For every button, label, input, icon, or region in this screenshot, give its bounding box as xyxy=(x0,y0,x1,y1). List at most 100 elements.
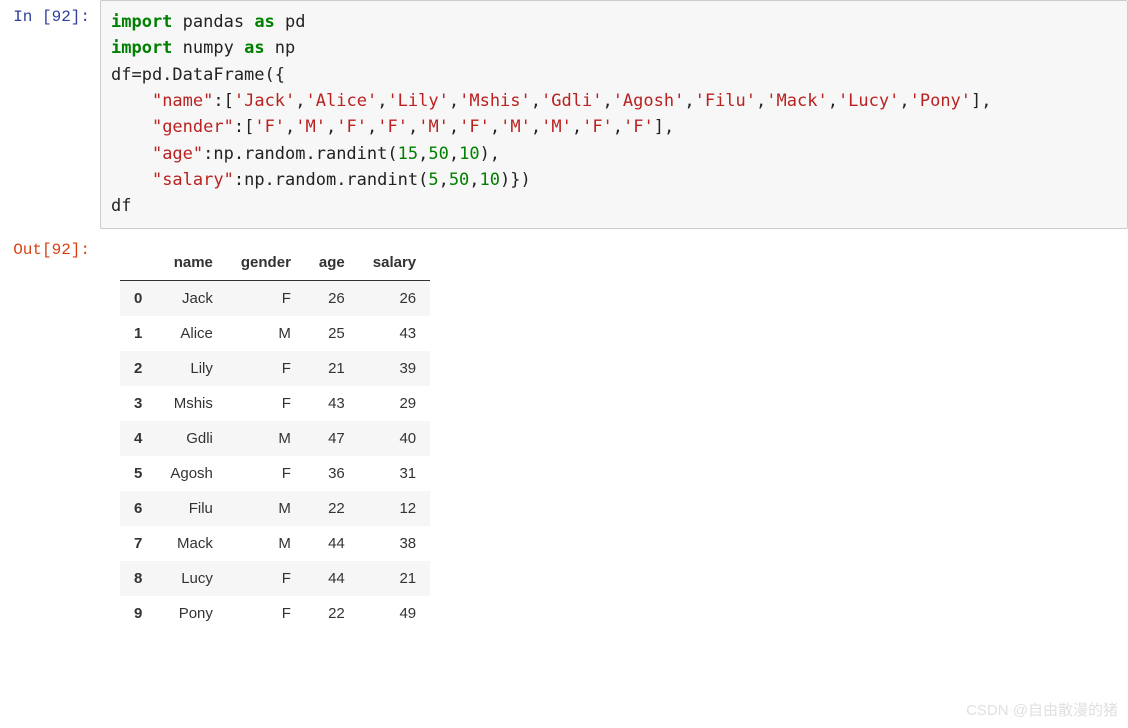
code-token: 'F' xyxy=(336,117,367,137)
table-cell: F xyxy=(227,280,305,316)
table-cell: 22 xyxy=(305,491,359,526)
row-index: 5 xyxy=(120,456,156,491)
code-token: , xyxy=(285,117,295,137)
dataframe-table: namegenderagesalary0JackF26261AliceM2543… xyxy=(120,245,430,631)
table-cell: 47 xyxy=(305,421,359,456)
code-token: :[ xyxy=(213,91,233,111)
table-cell: Agosh xyxy=(156,456,227,491)
table-row: 3MshisF4329 xyxy=(120,386,430,421)
dataframe-output: namegenderagesalary0JackF26261AliceM2543… xyxy=(100,233,1128,631)
code-token: , xyxy=(531,117,541,137)
table-cell: F xyxy=(227,456,305,491)
table-cell: F xyxy=(227,351,305,386)
code-token: , xyxy=(449,91,459,111)
code-token: as xyxy=(254,12,274,32)
code-token: ), xyxy=(480,144,500,164)
code-token: 50 xyxy=(428,144,448,164)
row-index: 3 xyxy=(120,386,156,421)
table-cell: Jack xyxy=(156,280,227,316)
code-token: 'Alice' xyxy=(306,91,378,111)
code-token: import xyxy=(111,38,172,58)
code-token: 'F' xyxy=(582,117,613,137)
code-token: 10 xyxy=(459,144,479,164)
code-token: , xyxy=(572,117,582,137)
index-header xyxy=(120,245,156,281)
code-token: , xyxy=(367,117,377,137)
code-token: , xyxy=(326,117,336,137)
code-token: 'Lily' xyxy=(387,91,448,111)
table-cell: 29 xyxy=(359,386,430,421)
column-header: age xyxy=(305,245,359,281)
code-token: , xyxy=(377,91,387,111)
row-index: 0 xyxy=(120,280,156,316)
row-index: 4 xyxy=(120,421,156,456)
code-token: 'M' xyxy=(418,117,449,137)
code-token: 'Mshis' xyxy=(459,91,531,111)
code-token: "gender" xyxy=(152,117,234,137)
table-cell: 26 xyxy=(359,280,430,316)
table-cell: M xyxy=(227,316,305,351)
column-header: salary xyxy=(359,245,430,281)
code-token: 'F' xyxy=(254,117,285,137)
table-cell: Lucy xyxy=(156,561,227,596)
table-cell: 40 xyxy=(359,421,430,456)
code-token: , xyxy=(531,91,541,111)
code-token: , xyxy=(602,91,612,111)
table-row: 7MackM4438 xyxy=(120,526,430,561)
watermark-text: CSDN @自由散漫的猪 xyxy=(966,699,1118,720)
table-cell: 43 xyxy=(305,386,359,421)
code-token: np xyxy=(265,38,296,58)
row-index: 2 xyxy=(120,351,156,386)
table-cell: F xyxy=(227,386,305,421)
code-token: , xyxy=(408,117,418,137)
code-token: 'Gdli' xyxy=(541,91,602,111)
output-cell: Out[92]: namegenderagesalary0JackF26261A… xyxy=(0,233,1128,631)
table-cell: Mshis xyxy=(156,386,227,421)
code-token: 'F' xyxy=(623,117,654,137)
table-cell: 43 xyxy=(359,316,430,351)
code-token: df=pd.DataFrame({ xyxy=(111,65,285,85)
table-row: 9PonyF2249 xyxy=(120,596,430,631)
table-cell: F xyxy=(227,561,305,596)
row-index: 6 xyxy=(120,491,156,526)
code-token: , xyxy=(295,91,305,111)
code-block[interactable]: import pandas as pd import numpy as np d… xyxy=(100,0,1128,229)
code-token: , xyxy=(490,117,500,137)
table-cell: Lily xyxy=(156,351,227,386)
column-header: name xyxy=(156,245,227,281)
code-token: , xyxy=(449,144,459,164)
table-row: 5AgoshF3631 xyxy=(120,456,430,491)
output-body: namegenderagesalary0JackF26261AliceM2543… xyxy=(100,233,1128,631)
table-cell: 21 xyxy=(305,351,359,386)
code-token: ], xyxy=(971,91,991,111)
code-token: )}) xyxy=(500,170,531,190)
table-row: 4GdliM4740 xyxy=(120,421,430,456)
table-cell: Pony xyxy=(156,596,227,631)
code-token: 15 xyxy=(398,144,418,164)
code-token: , xyxy=(449,117,459,137)
code-token: , xyxy=(469,170,479,190)
code-token: , xyxy=(418,144,428,164)
code-token: , xyxy=(899,91,909,111)
code-token xyxy=(111,91,152,111)
code-token: 'F' xyxy=(377,117,408,137)
table-row: 6FiluM2212 xyxy=(120,491,430,526)
code-token: numpy xyxy=(172,38,244,58)
code-token xyxy=(111,170,152,190)
code-token: df xyxy=(111,196,131,216)
table-cell: Mack xyxy=(156,526,227,561)
table-cell: F xyxy=(227,596,305,631)
code-token: , xyxy=(439,170,449,190)
code-token: 'Jack' xyxy=(234,91,295,111)
table-cell: 44 xyxy=(305,561,359,596)
table-cell: 26 xyxy=(305,280,359,316)
code-token: 50 xyxy=(449,170,469,190)
table-cell: M xyxy=(227,491,305,526)
code-token: "salary" xyxy=(152,170,234,190)
table-row: 0JackF2626 xyxy=(120,280,430,316)
code-token: import xyxy=(111,12,172,32)
code-token: 'Pony' xyxy=(910,91,971,111)
code-token: 'M' xyxy=(500,117,531,137)
code-token: as xyxy=(244,38,264,58)
code-token: "name" xyxy=(152,91,213,111)
